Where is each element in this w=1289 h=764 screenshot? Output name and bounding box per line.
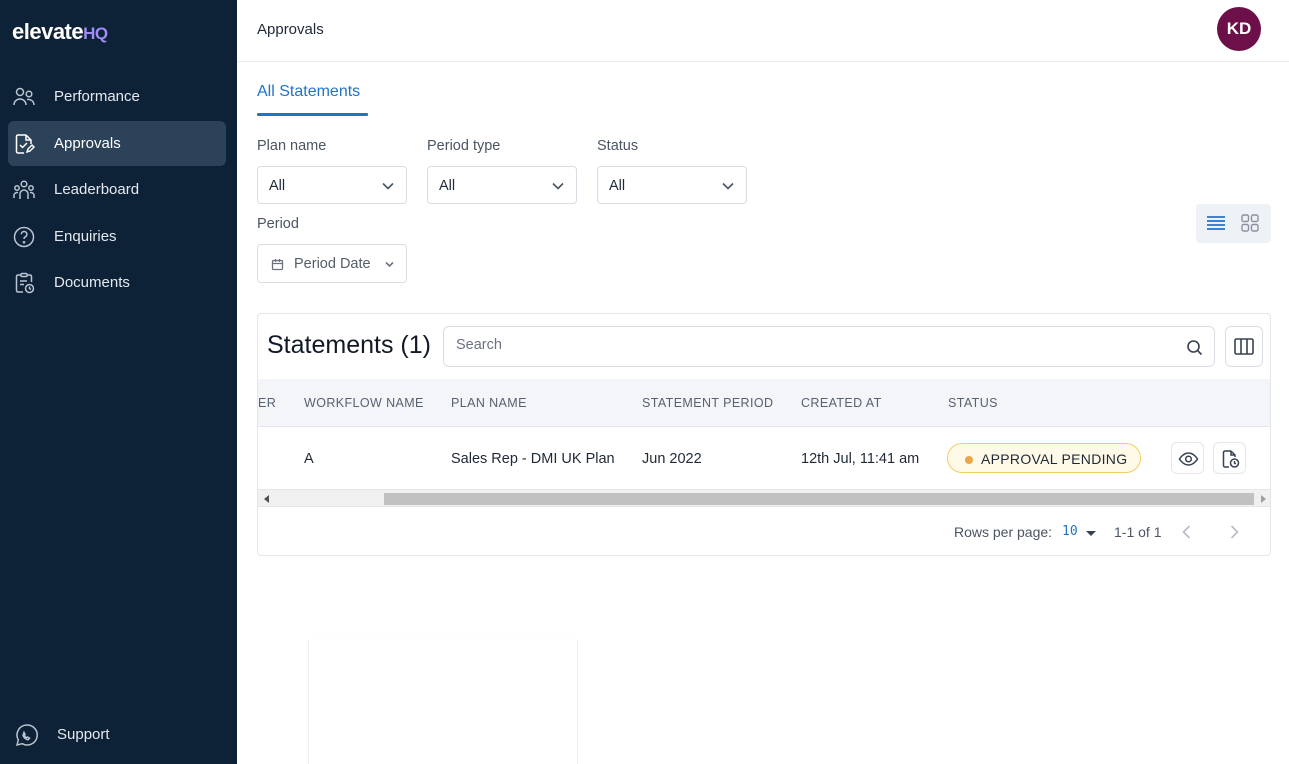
- eye-icon: [1178, 452, 1199, 466]
- period-type-value: All: [439, 178, 456, 194]
- scroll-left-arrow[interactable]: [264, 495, 269, 503]
- period-type-label: Period type: [427, 138, 501, 154]
- scroll-right-arrow[interactable]: [1261, 495, 1266, 503]
- rows-per-page-value: 10: [1062, 524, 1078, 539]
- column-header-workflow-name[interactable]: WORKFLOW NAME: [304, 396, 424, 410]
- list-view-icon: [1207, 216, 1225, 230]
- column-header-statement-period[interactable]: STATEMENT PERIOD: [642, 396, 773, 410]
- empty-dropdown-panel: [308, 640, 578, 764]
- sidebar-item-documents[interactable]: Documents: [8, 260, 226, 305]
- grid-view-icon: [1241, 214, 1259, 232]
- statements-card: Statements (1) ER WORKFLOW NAME PLAN NAM…: [257, 313, 1271, 556]
- chevron-down-icon: [385, 261, 394, 268]
- table-row[interactable]: A Sales Rep - DMI UK Plan Jun 2022 12th …: [258, 427, 1270, 490]
- list-view-button[interactable]: [1202, 210, 1230, 236]
- status-badge: APPROVAL PENDING: [947, 443, 1141, 473]
- period-label: Period: [257, 216, 299, 232]
- users-icon: [12, 85, 36, 109]
- support-button[interactable]: Support: [14, 722, 164, 748]
- search-icon[interactable]: [1186, 339, 1203, 356]
- chevron-down-icon: [722, 182, 734, 190]
- columns-icon: [1234, 338, 1254, 355]
- chat-icon: [15, 724, 38, 747]
- brand-logo[interactable]: elevateHQ: [12, 19, 108, 45]
- sidebar-item-label: Leaderboard: [54, 181, 140, 198]
- calendar-icon: [271, 259, 284, 271]
- search-input[interactable]: [456, 337, 1156, 353]
- sidebar-item-label: Approvals: [54, 134, 121, 152]
- statement-history-button[interactable]: [1213, 442, 1246, 474]
- scrollbar-thumb[interactable]: [384, 493, 1254, 505]
- plan-name-label: Plan name: [257, 138, 327, 154]
- sidebar-item-enquiries[interactable]: Enquiries: [8, 214, 226, 259]
- sidebar-item-label: Performance: [54, 88, 140, 105]
- view-toggle: [1196, 204, 1271, 243]
- tab-all-statements[interactable]: All Statements: [257, 83, 360, 101]
- search-box: [443, 326, 1215, 367]
- page-title: Approvals: [257, 21, 324, 38]
- status-label: Status: [597, 138, 639, 154]
- chevron-down-icon: [552, 182, 564, 190]
- status-dot: [965, 456, 973, 464]
- sidebar-item-performance[interactable]: Performance: [8, 74, 226, 119]
- cell-created-at: 12th Jul, 11:41 am: [801, 451, 920, 467]
- chevron-down-icon: [382, 182, 394, 190]
- chevron-right-icon: [1230, 525, 1239, 539]
- avatar[interactable]: KD: [1217, 7, 1261, 51]
- clipboard-clock-icon: [12, 271, 36, 295]
- pagination-range: 1-1 of 1: [1114, 524, 1162, 540]
- status-select[interactable]: All: [597, 166, 747, 204]
- plan-name-value: All: [269, 178, 286, 194]
- table-header: ER WORKFLOW NAME PLAN NAME STATEMENT PER…: [258, 379, 1270, 427]
- period-date-picker[interactable]: Period Date: [257, 244, 407, 283]
- period-type-select[interactable]: All: [427, 166, 577, 204]
- sidebar-item-label: Documents: [54, 274, 130, 291]
- approval-doc-icon: [12, 132, 36, 156]
- brand-name: elevate: [12, 19, 84, 44]
- question-icon: [12, 225, 36, 249]
- sidebar-nav: Performance Approvals Leaderboard Enquir…: [8, 74, 226, 307]
- cell-statement-period: Jun 2022: [642, 451, 702, 467]
- top-header: Approvals KD: [237, 0, 1289, 62]
- status-value: All: [609, 178, 626, 194]
- sidebar-item-leaderboard[interactable]: Leaderboard: [8, 167, 226, 212]
- sidebar: elevateHQ Performance Approvals Leaderbo…: [0, 0, 237, 764]
- column-header-owner[interactable]: ER: [258, 396, 276, 410]
- group-icon: [12, 178, 36, 202]
- horizontal-scrollbar[interactable]: [258, 490, 1270, 507]
- plan-name-select[interactable]: All: [257, 166, 407, 204]
- statements-title: Statements (1): [267, 331, 431, 359]
- chevron-left-icon: [1182, 525, 1191, 539]
- period-date-value: Period Date: [294, 256, 371, 272]
- sidebar-item-approvals[interactable]: Approvals: [8, 120, 226, 166]
- grid-view-button[interactable]: [1236, 210, 1264, 236]
- next-page-button[interactable]: [1222, 520, 1246, 544]
- column-header-created-at[interactable]: CREATED AT: [801, 396, 882, 410]
- column-settings-button[interactable]: [1225, 326, 1263, 367]
- caret-down-icon: [1086, 531, 1096, 536]
- sidebar-item-label: Enquiries: [54, 227, 117, 245]
- column-header-plan-name[interactable]: PLAN NAME: [451, 396, 527, 410]
- brand-suffix: HQ: [83, 24, 108, 43]
- cell-workflow-name: A: [304, 451, 314, 467]
- previous-page-button[interactable]: [1175, 520, 1199, 544]
- status-badge-text: APPROVAL PENDING: [981, 451, 1128, 467]
- column-header-status[interactable]: STATUS: [948, 396, 998, 410]
- support-label: Support: [57, 726, 110, 743]
- document-clock-icon: [1222, 450, 1240, 468]
- view-statement-button[interactable]: [1171, 442, 1204, 474]
- rows-per-page-select[interactable]: 10: [1062, 521, 1098, 543]
- cell-plan-name: Sales Rep - DMI UK Plan: [451, 451, 615, 467]
- rows-per-page-label: Rows per page:: [954, 524, 1053, 540]
- active-tab-indicator: [257, 113, 368, 116]
